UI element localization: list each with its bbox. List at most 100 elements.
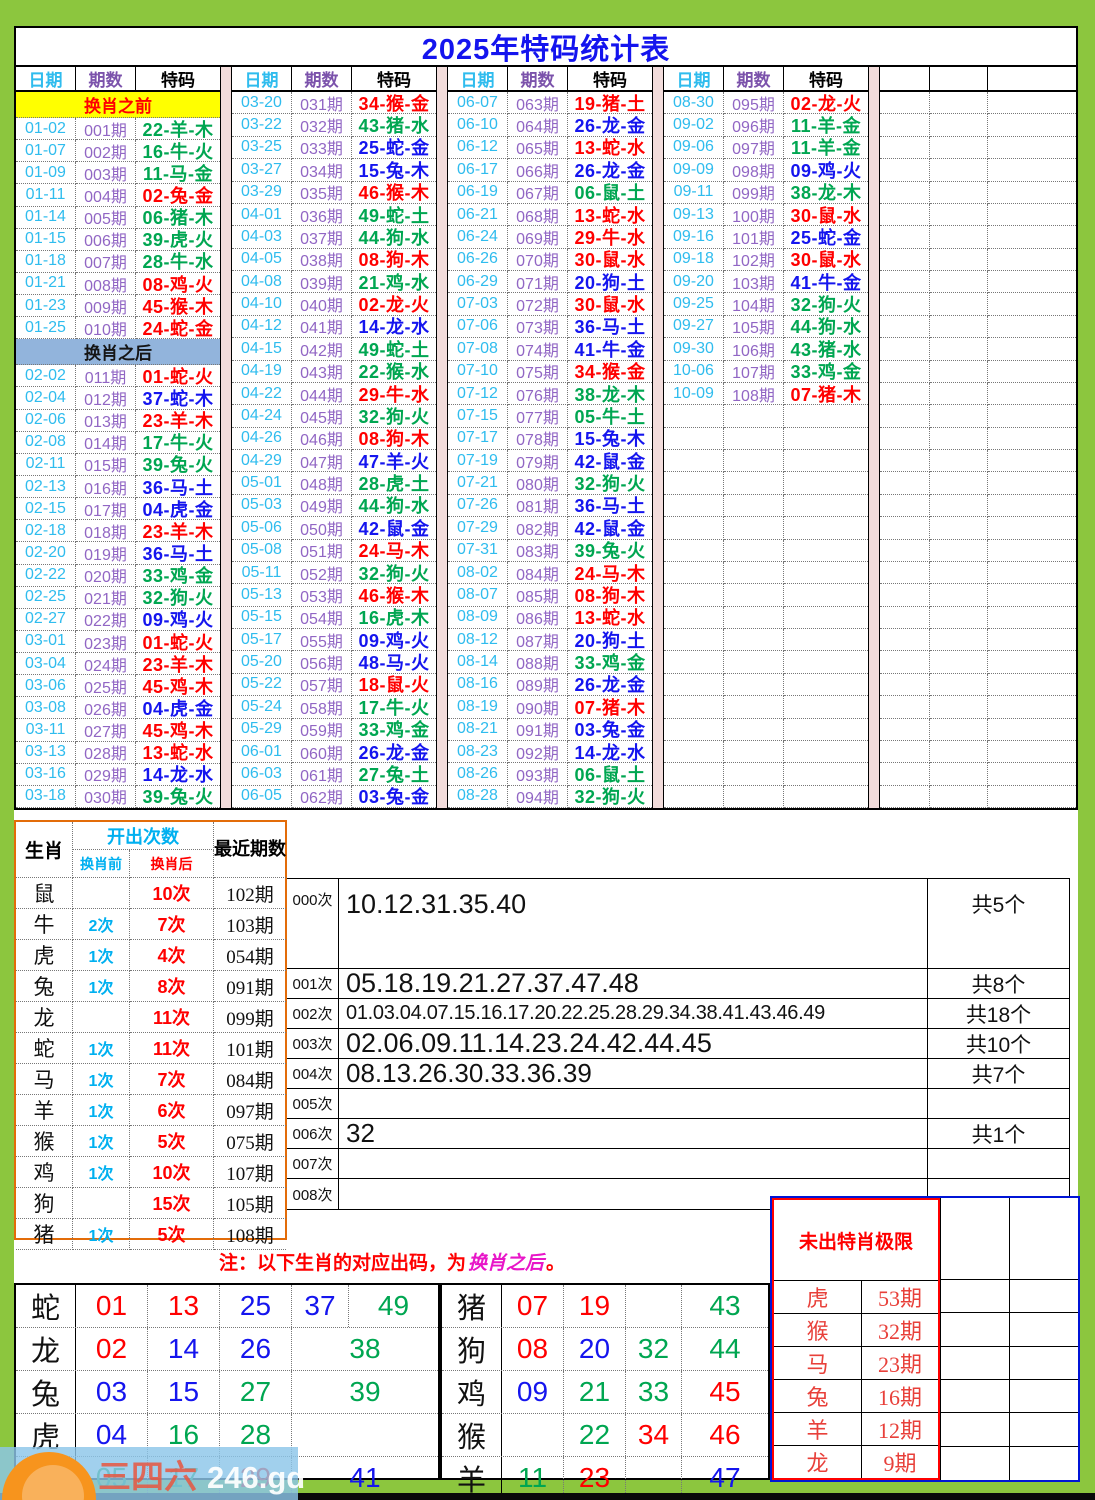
- frequency-total: 共1个: [927, 1119, 1069, 1149]
- period-cell: 025期: [76, 675, 136, 698]
- empty-grid-cell: [930, 740, 989, 764]
- empty-grid-cell: [930, 561, 989, 585]
- code-cell: 21-鸡-水: [352, 271, 436, 294]
- empty-grid-cell: [880, 248, 931, 271]
- empty-grid-cell: [880, 427, 931, 450]
- recent-period: 075期: [214, 1126, 286, 1157]
- empty-date-cell: [664, 427, 724, 450]
- code-cell: 02-龙-火: [352, 293, 436, 316]
- empty-code-cell: [784, 472, 868, 495]
- code-cell: 13-蛇-水: [568, 203, 652, 227]
- period-cell: 071期: [508, 271, 568, 294]
- empty-grid-cell: [988, 785, 1076, 808]
- empty-code-cell: [784, 740, 868, 764]
- period-cell: 103期: [724, 271, 784, 294]
- date-cell: 02-13: [16, 475, 76, 499]
- empty-date-cell: [664, 696, 724, 719]
- date-cell: 06-05: [232, 785, 292, 808]
- code-cell: 20-狗-土: [568, 629, 652, 652]
- limit-periods: 9期: [883, 1451, 917, 1476]
- period-cell: 064期: [508, 114, 568, 137]
- code-cell: 05-牛-土: [568, 405, 652, 428]
- period-cell: 076期: [508, 382, 568, 406]
- period-cell: 056期: [292, 651, 352, 674]
- code-cell: 41-牛-金: [568, 338, 652, 361]
- zodiac-name: 羊: [16, 1095, 73, 1126]
- code-header: 特码: [568, 67, 652, 92]
- empty-grid-cell: [880, 785, 931, 808]
- date-cell: 07-26: [448, 494, 508, 518]
- period-group-2: 日期 期数 特码 03-20 031期 34-猴-金 03-22 032期 43-猪-水 03-2…: [232, 67, 436, 808]
- period-cell: 097期: [724, 136, 784, 160]
- empty-grid-cell: [930, 159, 989, 182]
- code-cell: 44-狗-水: [784, 315, 868, 339]
- code-cell: 16-虎-木: [352, 606, 436, 629]
- empty-grid-cell: [988, 226, 1076, 249]
- date-cell: 05-03: [232, 494, 292, 518]
- period-cell: 088期: [508, 651, 568, 674]
- period-cell: 104期: [724, 293, 784, 316]
- period-cell: 081期: [508, 494, 568, 518]
- date-cell: 04-22: [232, 382, 292, 406]
- empty-grid-cell: [930, 763, 989, 786]
- recent-period: 084期: [214, 1064, 286, 1095]
- empty-grid-cell: [988, 629, 1076, 652]
- code-cell: 16-牛-火: [136, 140, 220, 163]
- code-cell: 39-兔-火: [136, 453, 220, 476]
- period-cell: 015期: [76, 453, 136, 476]
- period-cell: 042期: [292, 338, 352, 361]
- code-cell: 08-狗-木: [568, 584, 652, 607]
- date-cell: 03-29: [232, 181, 292, 204]
- date-cell: 09-11: [664, 181, 724, 204]
- code-cell: 30-鼠-水: [784, 203, 868, 227]
- frequency-numbers: [339, 1089, 927, 1119]
- empty-grid-cell: [930, 696, 989, 719]
- period-cell: 030期: [76, 785, 136, 808]
- empty-grid-cell: [880, 696, 931, 719]
- empty-date-cell: [664, 472, 724, 495]
- empty-grid-cell: [988, 494, 1076, 518]
- empty-date-cell: [664, 584, 724, 607]
- period-cell: 049期: [292, 494, 352, 518]
- date-cell: 02-22: [16, 564, 76, 587]
- period-cell: 006期: [76, 228, 136, 251]
- code-cell: 28-虎-土: [352, 472, 436, 495]
- date-cell: 09-09: [664, 159, 724, 182]
- zodiac-name: 牛: [16, 909, 73, 940]
- draw-count-header: 开出次数: [73, 822, 214, 850]
- map-row: 猪 07 19 43: [442, 1285, 768, 1328]
- empty-grid-cell: [880, 718, 931, 741]
- after-count: 4次: [130, 940, 214, 971]
- code-cell: 02-龙-火: [784, 92, 868, 115]
- date-cell: 08-19: [448, 696, 508, 719]
- map-row: 兔 03 15 27 39: [16, 1371, 438, 1414]
- map-number: 49: [377, 1290, 410, 1321]
- code-cell: 20-狗-土: [568, 271, 652, 294]
- map-number: 32: [626, 1328, 682, 1370]
- date-cell: 04-08: [232, 271, 292, 294]
- map-zodiac: 兔: [16, 1371, 76, 1413]
- code-cell: 15-兔-木: [352, 159, 436, 182]
- empty-period-cell: [724, 606, 784, 629]
- empty-date-cell: [664, 651, 724, 674]
- empty-columns: [880, 67, 1076, 808]
- period-cell: 005期: [76, 206, 136, 229]
- date-cell: 08-16: [448, 673, 508, 697]
- code-cell: 06-猪-木: [136, 206, 220, 229]
- map-number: 38: [349, 1333, 381, 1364]
- date-cell: 08-02: [448, 561, 508, 585]
- date-cell: 03-01: [16, 630, 76, 654]
- code-cell: 32-狗-火: [784, 293, 868, 316]
- limit-row: 虎 53期: [774, 1281, 938, 1314]
- frequency-label: 008次: [287, 1179, 339, 1209]
- date-cell: 06-03: [232, 763, 292, 786]
- limit-empty-cell: [940, 1313, 1009, 1347]
- limit-empty-grid: [940, 1198, 1078, 1480]
- limit-title: 未出特肖极限: [774, 1200, 938, 1281]
- empty-grid-cell: [988, 136, 1076, 160]
- before-count: [73, 1002, 130, 1033]
- empty-grid-cell: [930, 114, 989, 137]
- period-cell: 079期: [508, 450, 568, 473]
- date-cell: 07-29: [448, 517, 508, 540]
- period-header: 期数: [724, 67, 784, 92]
